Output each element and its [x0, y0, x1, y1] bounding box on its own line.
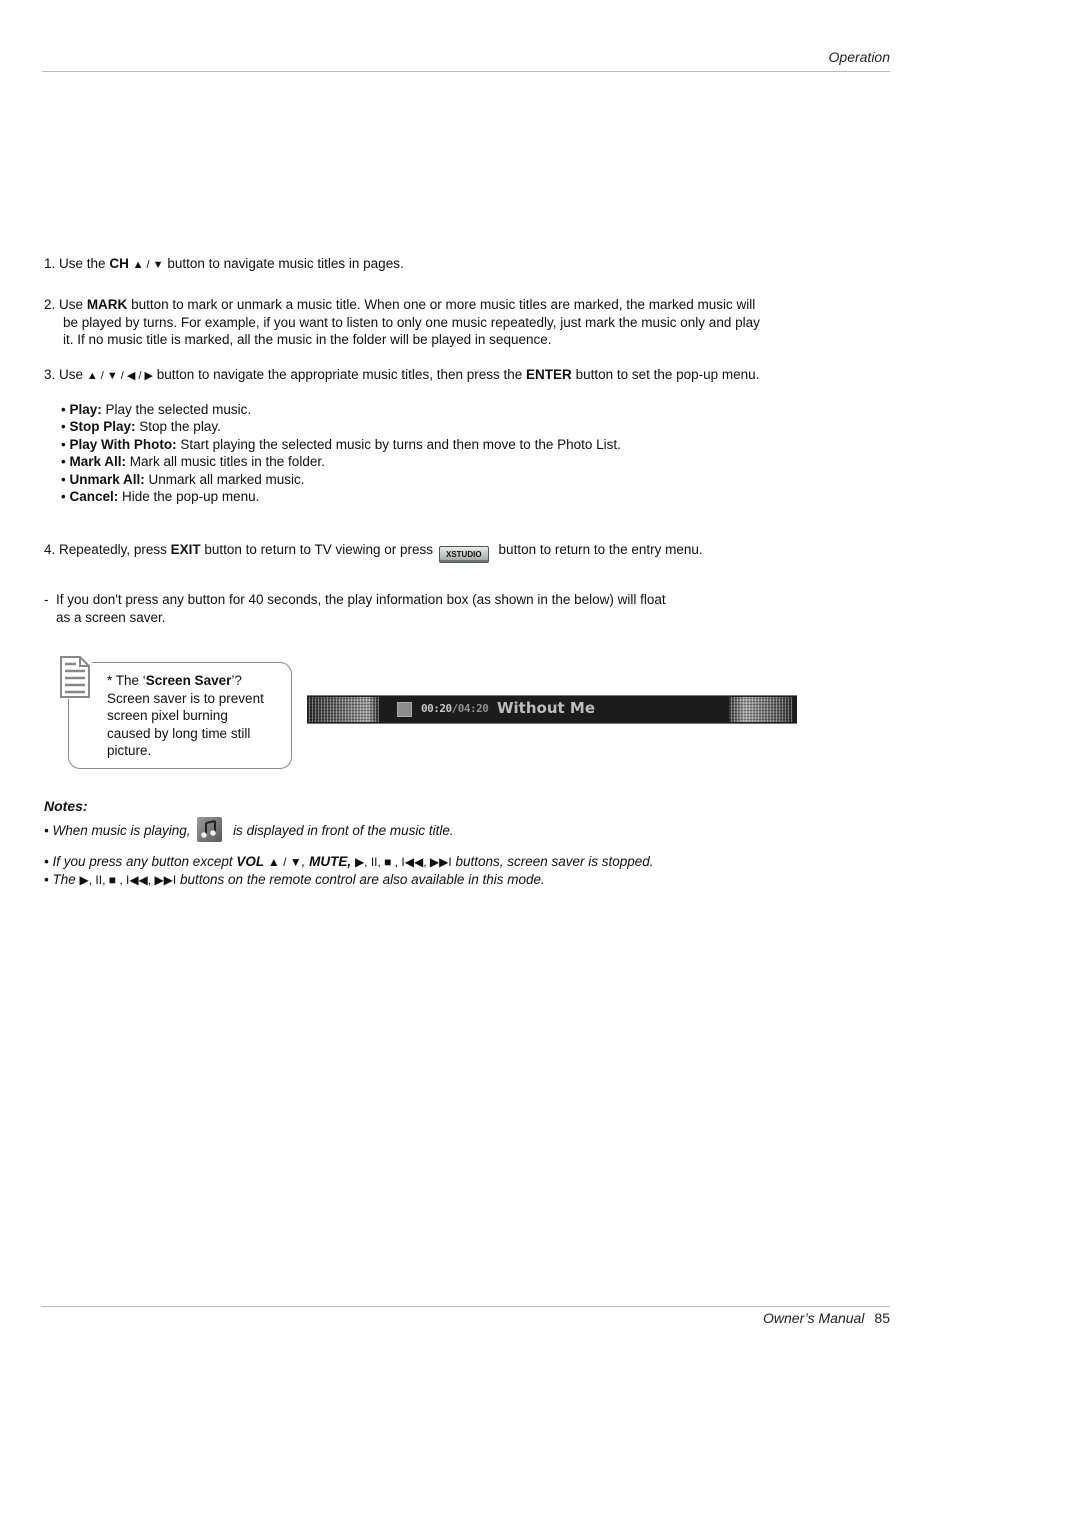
key-name: MARK [86, 297, 128, 312]
total-time: 04:20 [457, 702, 489, 715]
screen-saver-description: - If you don't press any button for 40 s… [44, 591, 744, 626]
option-label: Stop Play: [69, 419, 136, 435]
tip-body-line: Screen saver is to prevent [107, 690, 264, 706]
note-item: • The ▶, II, ■ , I◀◀, ▶▶I buttons on the… [44, 871, 545, 889]
page-number: 85 [874, 1310, 890, 1326]
option-label: Play With Photo: [69, 436, 177, 452]
note-item: • If you press any button except VOL ▲ /… [44, 854, 654, 869]
key-name: EXIT [170, 542, 201, 557]
tip-title-suffix: ’? [231, 673, 242, 688]
option-description: Hide the pop-up menu. [122, 489, 260, 505]
tip-text: * The ‘Screen Saver’? Screen saver is to… [107, 672, 292, 760]
step-text: button to navigate music titles in pages… [167, 256, 404, 271]
up-down-arrow-icon: ▲ / ▼ [132, 259, 164, 271]
key-name: CH [109, 256, 129, 271]
note-text: buttons on the remote control are also a… [180, 872, 545, 887]
section-header: Operation [828, 49, 890, 65]
up-down-arrow-icon: ▲ / ▼ [267, 855, 302, 869]
step-text: button to mark or unmark a music title. … [131, 297, 756, 312]
option-description: Stop the play. [139, 419, 221, 435]
playback-controls-icons: ▶, II, ■ , I◀◀, ▶▶I [354, 855, 452, 869]
option-label: Mark All: [69, 454, 126, 470]
step-text: button to navigate the appropriate music… [156, 367, 523, 382]
description-text: as a screen saver. [56, 609, 166, 625]
option-mark-all: • Mark All: Mark all music titles in the… [61, 454, 325, 470]
playback-controls-icons: ▶, II, ■ , I◀◀, ▶▶I [79, 873, 177, 887]
option-description: Mark all music titles in the folder. [129, 454, 325, 470]
equalizer-right-graphic [729, 697, 793, 722]
stop-square-icon [397, 702, 412, 717]
note-text: • When music is playing, [44, 823, 191, 838]
step-text: Use [59, 297, 84, 312]
step-text: it. If no music title is marked, all the… [63, 332, 552, 347]
option-description: Unmark all marked music. [148, 471, 305, 487]
tip-body-line: caused by long time still [107, 725, 251, 741]
screen-saver-info-bar: 00:20/04:20 Without Me [307, 695, 797, 724]
elapsed-time: 00:20 [421, 702, 452, 715]
step-1: 1. Use the CH ▲ / ▼ button to navigate m… [44, 255, 404, 275]
key-name: ENTER [526, 367, 572, 382]
option-unmark-all: • Unmark All: Unmark all marked music. [61, 471, 305, 487]
step-text: Use [59, 367, 84, 382]
tip-title: * The ‘Screen Saver’? [107, 672, 292, 690]
option-description: Start playing the selected music by turn… [180, 436, 621, 452]
key-name: VOL [236, 854, 265, 869]
tip-body-line: picture. [107, 743, 152, 758]
note-text: • The [44, 872, 76, 887]
step-text: button to set the pop-up menu. [575, 367, 760, 382]
tip-title-prefix: * The ‘ [107, 673, 146, 688]
step-4: 4. Repeatedly, press EXIT button to retu… [44, 541, 703, 563]
step-text: button to return to the entry menu. [498, 542, 703, 557]
page-footer: Owner’s Manual 85 [700, 1310, 890, 1326]
note-text: buttons, screen saver is stopped. [455, 854, 654, 869]
popup-menu-options: • Play: Play the selected music. • Stop … [61, 401, 621, 505]
step-text: button to return to TV viewing or press [204, 542, 434, 557]
step-number: 2. [44, 297, 56, 312]
note-item: • When music is playing, is displayed in… [44, 817, 454, 842]
step-text: be played by turns. For example, if you … [63, 314, 760, 330]
step-text: Use the [59, 256, 106, 271]
track-title: Without Me [497, 699, 596, 717]
note-text: is displayed in front of the music title… [233, 823, 454, 838]
option-cancel: • Cancel: Hide the pop-up menu. [61, 489, 260, 505]
option-label: Play: [69, 402, 102, 417]
option-play: • Play: Play the selected music. [61, 402, 252, 417]
option-label: Unmark All: [69, 471, 145, 487]
option-stop-play: • Stop Play: Stop the play. [61, 419, 221, 435]
note-document-icon [58, 655, 92, 699]
tip-title-term: Screen Saver [145, 673, 232, 688]
header-divider [42, 71, 890, 72]
step-text: Repeatedly, press [59, 542, 167, 557]
step-number: 4. [44, 542, 56, 557]
step-2: 2. Use MARK button to mark or unmark a m… [44, 296, 844, 349]
notes-title: Notes: [44, 798, 88, 814]
manual-title: Owner’s Manual [763, 1310, 865, 1326]
step-number: 3. [44, 367, 56, 382]
tip-body-line: screen pixel burning [107, 708, 228, 723]
note-text: • If you press any button except [44, 854, 233, 869]
equalizer-left-graphic [307, 697, 379, 722]
xstudio-button-icon: XSTUDIO [438, 546, 489, 563]
option-play-with-photo: • Play With Photo: Start playing the sel… [61, 436, 621, 452]
option-label: Cancel: [69, 489, 119, 505]
step-3: 3. Use ▲ / ▼ / ◀ / ▶ button to navigate … [44, 366, 759, 386]
direction-arrows-icon: ▲ / ▼ / ◀ / ▶ [86, 370, 154, 382]
step-number: 1. [44, 256, 56, 271]
dash-bullet: - [44, 592, 49, 607]
option-description: Play the selected music. [105, 402, 252, 417]
description-text: If you don't press any button for 40 sec… [56, 592, 666, 607]
key-name: MUTE, [309, 854, 352, 869]
music-note-icon [197, 817, 223, 842]
footer-divider [42, 1306, 890, 1307]
playback-time: 00:20/04:20 [421, 702, 489, 715]
